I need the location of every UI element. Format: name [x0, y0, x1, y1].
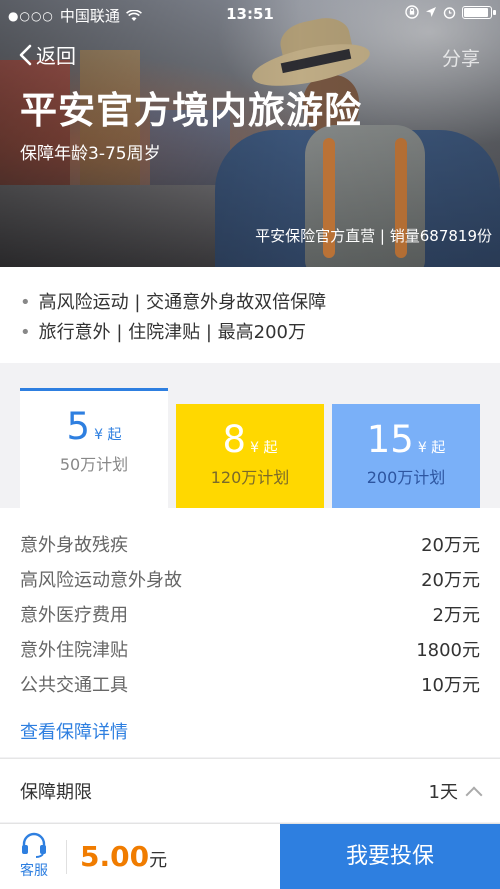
- back-button[interactable]: 返回: [18, 40, 76, 69]
- bottom-action-bar: 客服 5.00元 我要投保: [0, 823, 500, 889]
- plan-price: 5: [66, 405, 91, 448]
- coverage-label: 意外医疗费用: [20, 605, 128, 626]
- service-label: 客服: [20, 863, 48, 879]
- customer-service-button[interactable]: 客服: [10, 832, 58, 880]
- plan-name: 120万计划: [210, 468, 290, 487]
- coverage-label: 高风险运动意外身故: [20, 570, 182, 591]
- period-label: 保障期限: [20, 781, 92, 803]
- page-title: 平安官方境内旅游险: [20, 89, 362, 132]
- chevron-left-icon: [19, 44, 32, 65]
- product-highlights: • 高风险运动 | 交通意外身故双倍保障 • 旅行意外 | 住院津贴 | 最高200…: [0, 267, 500, 363]
- coverage-value: 1800元: [416, 640, 480, 661]
- coverage-value: 20万元: [421, 535, 480, 556]
- back-label: 返回: [36, 44, 76, 68]
- status-bar: ●○○○ 中国联通 13:51: [0, 0, 500, 30]
- plan-price: 8: [222, 418, 247, 461]
- battery-icon: [462, 5, 496, 19]
- coverage-row: 公共交通工具 10万元: [20, 668, 480, 703]
- period-value: 1天: [428, 781, 458, 803]
- share-button[interactable]: 分享: [442, 44, 480, 71]
- highlight-line: • 旅行意外 | 住院津贴 | 最高200万: [20, 322, 306, 343]
- plan-name: 50万计划: [59, 455, 129, 474]
- price-amount: 5.00: [80, 840, 150, 873]
- alarm-icon: [443, 6, 456, 19]
- plan-price: 15: [366, 418, 414, 461]
- coverage-row: 意外住院津贴 1800元: [20, 633, 480, 668]
- plan-tab-200w[interactable]: 15 ¥ 起 200万计划: [332, 404, 480, 508]
- plan-price-unit: ¥ 起: [250, 440, 278, 456]
- plan-price-unit: ¥ 起: [94, 427, 122, 443]
- coverage-row: 意外身故残疾 20万元: [20, 528, 480, 563]
- coverage-label: 意外住院津贴: [20, 640, 128, 661]
- total-price: 5.00元: [80, 840, 167, 873]
- coverage-period-selector[interactable]: 保障期限 1天: [0, 758, 500, 822]
- plan-tab-120w[interactable]: 8 ¥ 起 120万计划: [176, 404, 324, 508]
- coverage-value: 2万元: [432, 605, 480, 626]
- coverage-label: 意外身故残疾: [20, 535, 128, 556]
- coverage-value: 10万元: [421, 675, 480, 696]
- coverage-row: 高风险运动意外身故 20万元: [20, 563, 480, 598]
- coverage-value: 20万元: [421, 570, 480, 591]
- orientation-lock-icon: [405, 5, 419, 19]
- plan-selector: 5 ¥ 起 50万计划 8 ¥ 起 120万计划 15 ¥ 起 200万计划: [0, 372, 500, 508]
- buy-button[interactable]: 我要投保: [280, 824, 500, 889]
- chevron-up-icon: [465, 786, 483, 803]
- coverage-row: 意外医疗费用 2万元: [20, 598, 480, 633]
- seller-sales: 平安保险官方直营 | 销量687819份: [255, 227, 492, 245]
- headset-icon: [22, 832, 46, 858]
- price-currency: 元: [149, 850, 168, 871]
- age-range: 保障年龄3-75周岁: [20, 144, 161, 164]
- highlight-line: • 高风险运动 | 交通意外身故双倍保障: [20, 292, 327, 313]
- coverage-label: 公共交通工具: [20, 675, 128, 696]
- divider: [66, 840, 67, 874]
- location-icon: [426, 7, 436, 17]
- coverage-details-link[interactable]: 查看保障详情: [20, 713, 480, 753]
- plan-tab-50w[interactable]: 5 ¥ 起 50万计划: [20, 388, 168, 508]
- coverage-list: 意外身故残疾 20万元 高风险运动意外身故 20万元 意外医疗费用 2万元 意外…: [0, 508, 500, 757]
- plan-price-unit: ¥ 起: [417, 440, 446, 456]
- plan-name: 200万计划: [366, 468, 446, 487]
